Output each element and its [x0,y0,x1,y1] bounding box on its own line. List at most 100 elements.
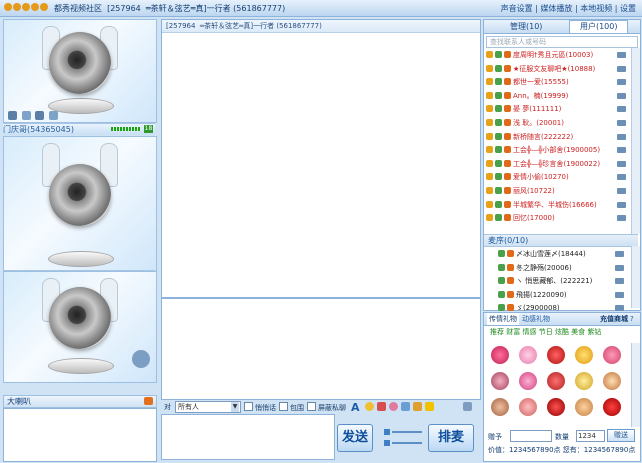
queue-mic-button[interactable]: 排麦 [428,424,474,452]
camera-icon[interactable] [617,52,626,58]
list-item[interactable]: 浅 耿。(20001) [486,117,630,131]
list-item[interactable]: 度周明†秀且元區(10003) [486,49,630,63]
whisper-option[interactable]: 悄悄话 [244,402,276,413]
gift-heart-icon[interactable] [547,346,565,364]
list-item[interactable]: 晏 夢(111111) [486,103,630,117]
gift-category[interactable]: 美食 [571,328,585,336]
tab-managers[interactable]: 管理(10) [500,21,552,33]
camera-icon[interactable] [617,79,626,86]
list-item[interactable]: 半城繁华、半城伤(16666) [486,199,630,213]
recipient-select[interactable]: 所有人 ▼ [175,401,241,413]
camera-icon[interactable] [617,215,626,222]
gift-bear-icon[interactable] [603,372,621,390]
camera-icon[interactable] [617,92,626,99]
camera-icon[interactable] [617,147,626,154]
whisper-checkbox[interactable] [244,402,253,411]
list-item[interactable]: 工会╬—╬珍言舍(1900022) [486,158,630,172]
star-icon[interactable] [425,402,434,411]
gift-rose-icon[interactable] [491,346,509,364]
block-private-option[interactable]: 屏蔽私聊 [307,402,346,413]
camera-icon[interactable] [617,119,626,126]
wrench-icon[interactable] [8,111,17,120]
tab-gift-animated[interactable]: 动感礼物 [522,313,550,325]
mic-volume-slider[interactable] [392,431,422,433]
manager-scrollbar[interactable] [631,48,640,234]
image-icon[interactable] [401,402,410,411]
camera-icon[interactable] [615,305,624,312]
gift-category[interactable]: 节日 [539,328,553,336]
snapshot-icon[interactable] [21,111,31,120]
gift-doll-icon[interactable] [491,372,509,390]
gift-kiss-icon[interactable] [603,346,621,364]
message-input[interactable] [161,414,335,460]
recharge-link[interactable]: 充值 [600,313,614,325]
tab-gift-love[interactable]: 传情礼物 [487,313,519,325]
clear-icon[interactable] [463,402,472,411]
screen-icon[interactable] [48,111,58,120]
list-item[interactable]: 爱情小偷(10270) [486,171,630,185]
gift-couple-icon[interactable] [575,398,593,416]
user-avatar-icon[interactable] [132,350,150,368]
tab-users[interactable]: 用户(100) [568,20,629,33]
top-link-media[interactable]: 媒体播放 [540,4,572,13]
gift-hug-icon[interactable] [519,398,537,416]
gift-scrollbar[interactable] [631,343,640,427]
camera-icon[interactable] [617,65,626,72]
camera-icon[interactable] [615,278,624,285]
list-item[interactable]: Ann。楠(19999) [486,90,630,104]
list-item[interactable]: 〆冰山雪莲〆(18444) [498,248,628,262]
loudspeaker-icon[interactable] [144,397,153,405]
gift-qty-input[interactable]: 1234 [576,430,605,442]
gift-pink-icon[interactable] [519,372,537,390]
gift-category[interactable]: 财富 [506,328,520,336]
gift-face-icon[interactable] [491,398,509,416]
camera-icon[interactable] [617,174,626,181]
list-item[interactable]: 冬之静殇(20006) [498,262,628,276]
list-item[interactable]: 回忆(17000) [486,212,630,226]
list-item[interactable]: ヽ 悄思藏郁、(222221) [498,275,628,289]
video-slot-1[interactable] [3,19,157,123]
record-icon[interactable] [35,111,45,120]
video-slot-2[interactable] [3,136,157,276]
list-item[interactable]: 丽风(10722) [486,185,630,199]
camera-icon[interactable] [615,291,624,298]
flower-icon[interactable] [389,402,398,411]
store-link[interactable]: 商城 [614,313,628,325]
camera-icon[interactable] [615,264,624,271]
stamp-icon[interactable] [377,402,386,411]
gift-cake-icon[interactable] [575,372,593,390]
camera-icon[interactable] [617,106,626,113]
list-item[interactable]: 工会╬—╬小部舍(1900005) [486,144,630,158]
surround-option[interactable]: 包围 [279,402,304,413]
emoticon-icon[interactable] [365,402,374,411]
camera-icon[interactable] [615,251,624,257]
top-link-local-video[interactable]: 本地视频 [580,4,612,13]
top-link-settings[interactable]: 设置 [620,4,636,13]
gift-category[interactable]: 炫酷 [555,328,569,336]
surround-checkbox[interactable] [279,402,288,411]
chevron-down-icon[interactable]: ▼ [231,402,239,412]
gift-box-icon[interactable] [413,402,422,411]
help-link[interactable]: ? [630,313,634,325]
camera-icon[interactable] [617,160,626,167]
user-search-input[interactable]: 查找联系人或号码 [486,36,638,48]
gift-lips-icon[interactable] [547,372,565,390]
gift-category[interactable]: 紫钻 [587,328,601,336]
gift-send-button[interactable]: 赠送 [607,429,635,442]
top-link-sound[interactable]: 声音设置 [501,4,533,13]
list-item[interactable]: 飛揚(1220090) [498,289,628,303]
volume-sliders[interactable] [384,425,424,449]
camera-icon[interactable] [617,187,626,194]
gift-category[interactable]: 情感 [522,328,536,336]
gift-big-heart-icon[interactable] [603,398,621,416]
gift-category[interactable]: 推荐 [490,328,504,336]
list-item[interactable]: 新桥随言(222222) [486,131,630,145]
list-item[interactable]: 都世一爱(15555) [486,76,630,90]
queue-scrollbar[interactable] [631,246,640,308]
font-icon[interactable]: A [351,401,360,414]
gift-recipient-select[interactable] [510,430,552,442]
speaker-volume-slider[interactable] [392,442,422,444]
camera-icon[interactable] [617,133,626,140]
gift-flower-icon[interactable] [519,346,537,364]
gift-sun-icon[interactable] [575,346,593,364]
